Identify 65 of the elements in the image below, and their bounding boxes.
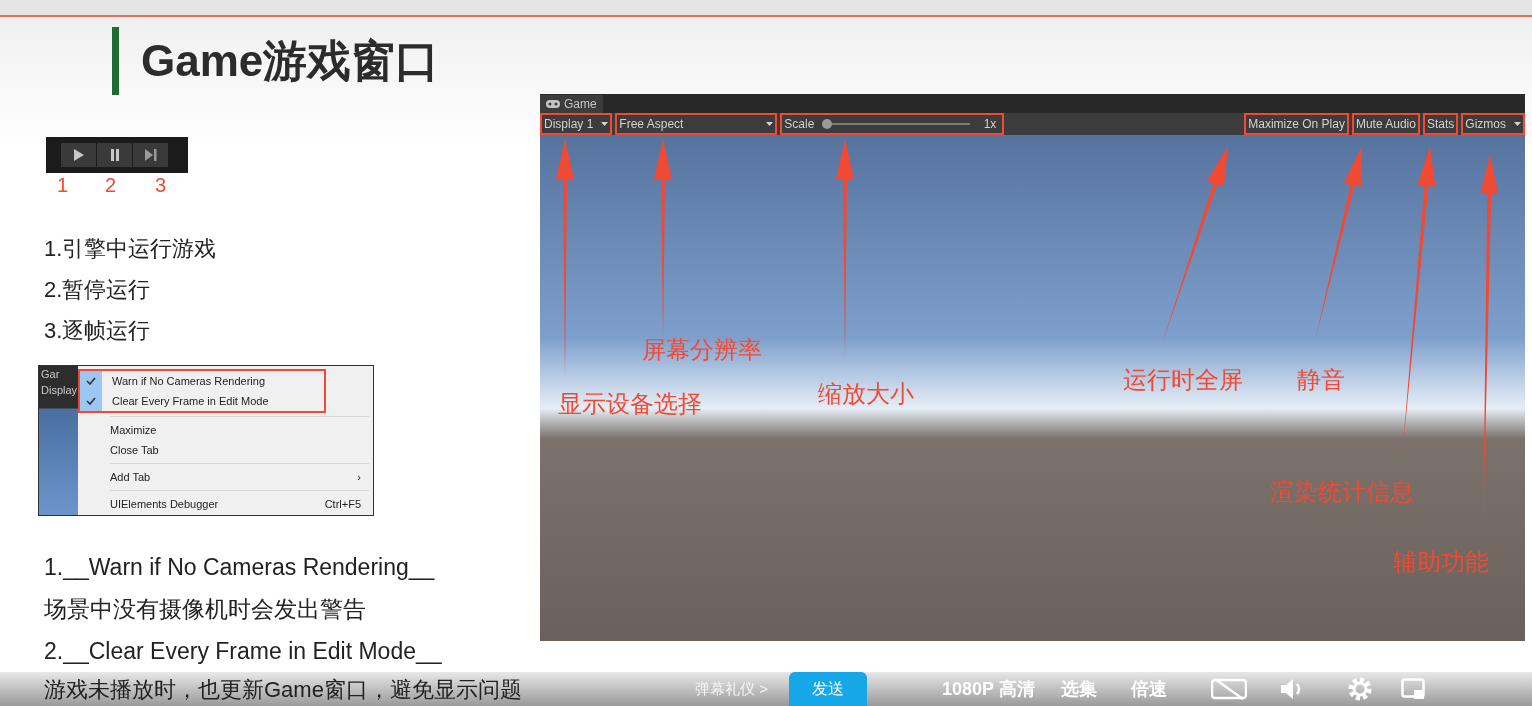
play-control-button[interactable] xyxy=(61,143,96,167)
step-text: 1.引擎中运行游戏 xyxy=(44,235,218,263)
subtitle-off-icon xyxy=(1210,678,1247,700)
annotation-label: 屏幕分辨率 xyxy=(642,338,762,362)
note-text: 2.__Clear Every Frame in Edit Mode__ xyxy=(44,637,443,666)
caret-icon xyxy=(766,122,774,126)
tab-label: Game xyxy=(564,96,597,113)
caret-icon xyxy=(1514,122,1521,126)
slider-reading: 1x xyxy=(983,116,997,133)
annotation-label: 辅助功能 xyxy=(1393,550,1489,574)
toolbar-toggle[interactable]: Stats xyxy=(1422,113,1459,135)
submenu-arrow: › xyxy=(357,469,361,485)
note-text: 场景中没有摄像机时会发出警告 xyxy=(44,595,367,624)
step-forward-icon xyxy=(144,149,157,161)
slider-thumb[interactable] xyxy=(822,119,833,129)
menu-item-label: Close Tab xyxy=(110,442,160,458)
shortcut-text: Ctrl+F5 xyxy=(324,496,361,512)
menu-item[interactable]: Maximize xyxy=(78,420,373,440)
callout-number: 1 xyxy=(57,175,70,195)
toolbar-dropdown[interactable]: Free Aspect xyxy=(615,113,778,135)
slider-track[interactable] xyxy=(822,119,970,129)
checkmark-icon xyxy=(86,377,96,385)
menu-item[interactable]: Clear Every Frame in Edit Mode xyxy=(80,391,324,411)
menu-item-label: UIElements Debugger xyxy=(110,496,220,512)
menu-item-label: Warn if No Cameras Rendering xyxy=(112,373,266,389)
callout-number: 2 xyxy=(105,175,118,195)
dropdown-label: Gizmos xyxy=(1465,116,1506,133)
pause-icon xyxy=(109,149,120,161)
window-tab-text: Display xyxy=(40,383,78,398)
menu-item[interactable]: UIElements Debugger Ctrl+F5 xyxy=(78,494,373,514)
play-icon xyxy=(73,149,84,161)
annotation-label: 缩放大小 xyxy=(818,382,914,406)
settings-icon xyxy=(1346,676,1373,702)
callout-number: 3 xyxy=(155,175,167,195)
step-text: 2.暂停运行 xyxy=(44,276,152,304)
annotation-label: 静音 xyxy=(1297,368,1345,392)
gamepad-icon xyxy=(546,100,560,108)
window-icon xyxy=(1400,678,1425,700)
menu-item[interactable]: Add Tab › xyxy=(78,467,373,487)
toolbar-toggle[interactable]: Maximize On Play xyxy=(1244,113,1349,135)
toolbar-dropdown[interactable]: Gizmos xyxy=(1461,113,1525,135)
dropdown-label: Display 1 xyxy=(544,116,594,133)
play-control-button[interactable] xyxy=(97,143,132,167)
annotation-label: 运行时全屏 xyxy=(1123,368,1243,392)
toolbar-dropdown[interactable]: Display 1 xyxy=(540,113,613,135)
title-accent-bar xyxy=(112,27,119,95)
menu-item-label: Maximize xyxy=(110,422,158,438)
menu-item-label: Clear Every Frame in Edit Mode xyxy=(112,393,269,409)
note-text: 游戏未播放时，也更新Game窗口，避免显示问题 xyxy=(44,675,523,704)
annotation-label: 渲染统计信息 xyxy=(1270,480,1414,504)
play-control-button[interactable] xyxy=(133,143,168,167)
annotation-label: 显示设备选择 xyxy=(558,392,702,416)
window-tab-text: Gar xyxy=(40,367,61,382)
toolbar-toggle[interactable]: Mute Audio xyxy=(1351,113,1420,135)
slider-label: Scale xyxy=(784,116,815,133)
dropdown-label: Free Aspect xyxy=(619,116,684,133)
game-tab[interactable]: Game xyxy=(540,95,603,113)
note-text: 1.__Warn if No Cameras Rendering__ xyxy=(44,553,436,582)
caret-icon xyxy=(601,122,609,126)
slide-title: Game游戏窗口 xyxy=(141,35,440,87)
menu-item[interactable]: Warn if No Cameras Rendering xyxy=(80,371,324,391)
checkmark-icon xyxy=(86,397,96,405)
menu-item-label: Add Tab xyxy=(110,469,152,485)
menu-item[interactable]: Close Tab xyxy=(78,440,373,460)
step-text: 3.逐帧运行 xyxy=(44,317,152,345)
